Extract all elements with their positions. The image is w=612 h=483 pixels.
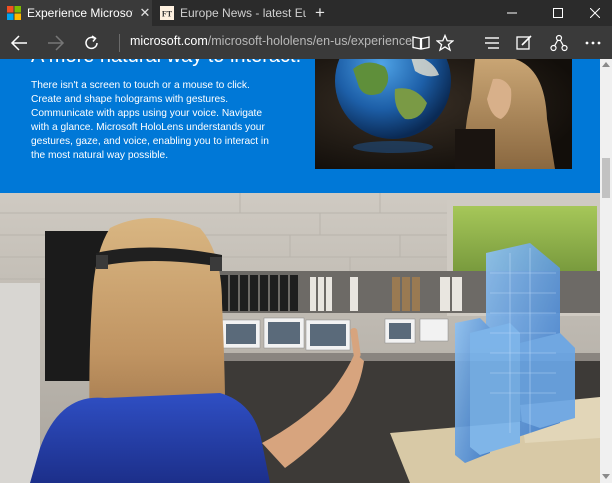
scroll-up-arrow-icon[interactable] (602, 62, 610, 67)
separator (119, 34, 120, 52)
ft-logo-icon: FT (160, 6, 174, 20)
scroll-down-arrow-icon[interactable] (602, 474, 610, 479)
arrow-left-icon (10, 35, 27, 51)
hologram-globe-image (315, 59, 572, 169)
address-domain: microsoft.com (130, 34, 208, 48)
intro-panel: A more natural way to interact. There is… (0, 59, 600, 193)
reading-view-button[interactable] (408, 30, 434, 56)
scrollbar-thumb[interactable] (602, 158, 610, 198)
hololens-hero-image (0, 193, 600, 483)
back-button[interactable] (6, 30, 32, 56)
hub-icon (485, 37, 499, 49)
maximize-button[interactable] (538, 0, 578, 26)
maximize-icon (553, 8, 563, 18)
tab-europe-news[interactable]: FT Europe News - latest Europe (153, 0, 306, 26)
forward-button[interactable] (43, 30, 69, 56)
tab-close-button[interactable]: ✕ (139, 5, 151, 21)
section-heading: A more natural way to interact. (31, 59, 301, 68)
title-bar: Experience Microsoft Hc ✕ FT Europe News… (0, 0, 612, 26)
refresh-icon (85, 35, 98, 50)
address-bar[interactable]: microsoft.com/microsoft-hololens/en-us/e… (130, 34, 412, 48)
favorite-button[interactable] (432, 30, 458, 56)
share-icon (550, 34, 568, 52)
tab-label: Experience Microsoft Hc (27, 6, 133, 20)
new-tab-button[interactable]: + (310, 2, 330, 24)
microsoft-logo-icon (7, 6, 21, 20)
tab-experience-microsoft-hololens[interactable]: Experience Microsoft Hc ✕ (0, 0, 152, 26)
address-path: /microsoft-hololens/en-us/experience (207, 34, 413, 48)
svg-text:FT: FT (162, 10, 173, 19)
arrow-right-icon (48, 35, 65, 51)
share-button[interactable] (546, 30, 572, 56)
hub-button[interactable] (479, 30, 505, 56)
navigation-bar: microsoft.com/microsoft-hololens/en-us/e… (0, 26, 612, 59)
page-content: A more natural way to interact. There is… (0, 59, 600, 483)
tab-label: Europe News - latest Europe (180, 6, 306, 20)
close-icon (590, 8, 600, 18)
more-button[interactable] (580, 30, 606, 56)
star-icon (436, 34, 454, 52)
refresh-button[interactable] (79, 30, 105, 56)
close-button[interactable] (575, 0, 612, 26)
book-icon (412, 36, 430, 50)
pen-note-icon (516, 35, 532, 50)
minimize-button[interactable] (492, 0, 532, 26)
section-paragraph: There isn't a screen to touch or a mouse… (31, 80, 269, 161)
vertical-scrollbar[interactable] (600, 59, 612, 483)
more-dots-icon (585, 41, 601, 45)
minimize-icon (507, 12, 517, 14)
web-note-button[interactable] (511, 30, 537, 56)
